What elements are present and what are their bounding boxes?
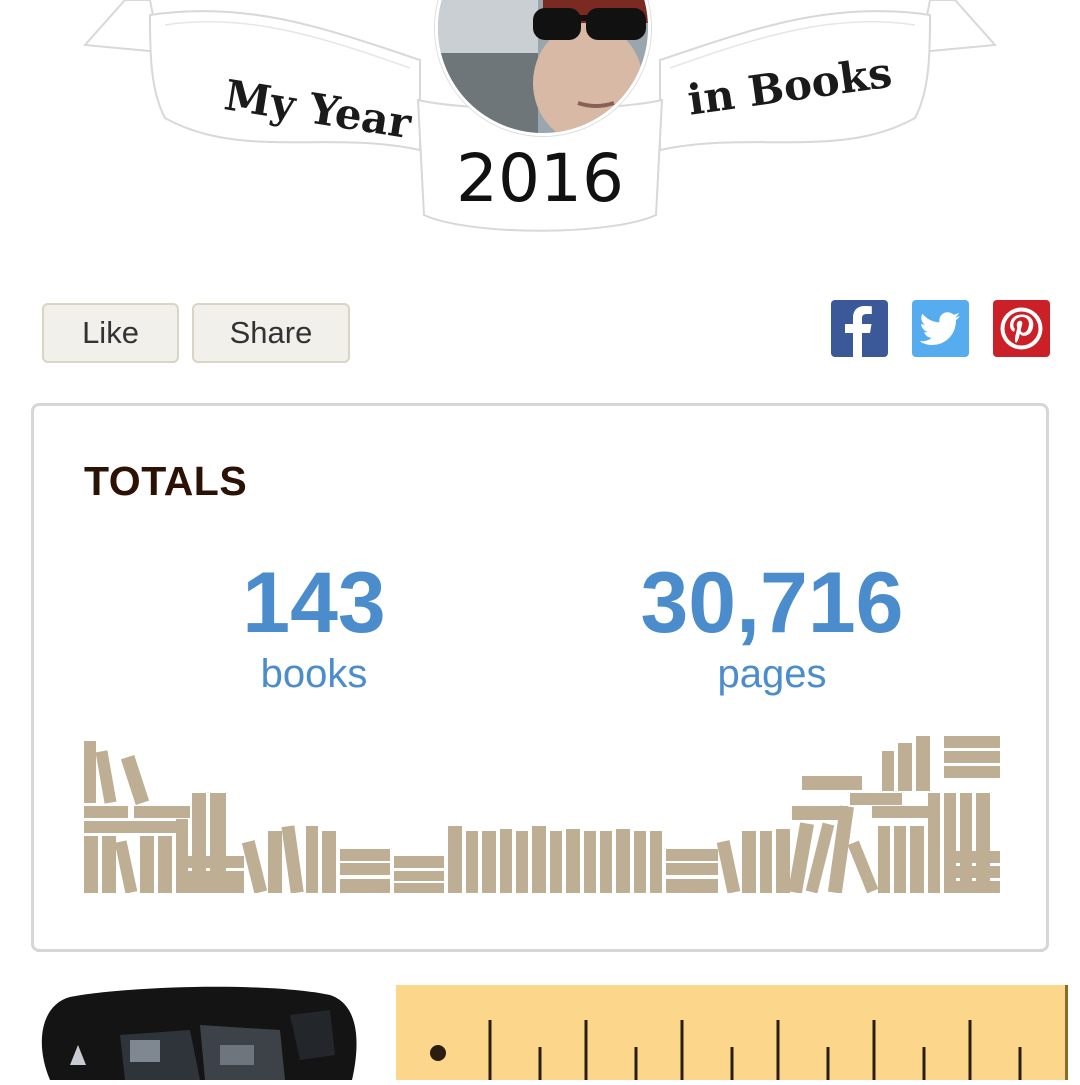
pages-label: pages	[717, 652, 827, 696]
bookshelf-illustration	[84, 736, 1000, 893]
totals-heading: TOTALS	[84, 458, 248, 504]
totals-card: TOTALS 143 books 30,716 pages	[31, 403, 1049, 952]
twitter-icon	[919, 312, 960, 345]
facebook-share-button[interactable]	[831, 300, 888, 357]
twitter-share-button[interactable]	[912, 300, 969, 357]
books-count: 143	[242, 555, 386, 651]
ruler-icon	[396, 985, 1068, 1080]
like-button[interactable]: Like	[42, 303, 179, 363]
facebook-icon	[845, 306, 872, 357]
book-cover-image[interactable]	[30, 985, 360, 1080]
share-button[interactable]: Share	[192, 303, 350, 363]
pinterest-share-button[interactable]	[993, 300, 1050, 357]
year-in-books-banner: My Year in Books 2016	[0, 0, 1080, 250]
pinterest-icon	[1000, 307, 1043, 350]
ruler-graphic	[396, 985, 1068, 1080]
books-label: books	[260, 652, 368, 696]
book-cover-art	[41, 986, 357, 1080]
year-label: 2016	[456, 140, 624, 217]
pages-count: 30,716	[640, 555, 904, 651]
